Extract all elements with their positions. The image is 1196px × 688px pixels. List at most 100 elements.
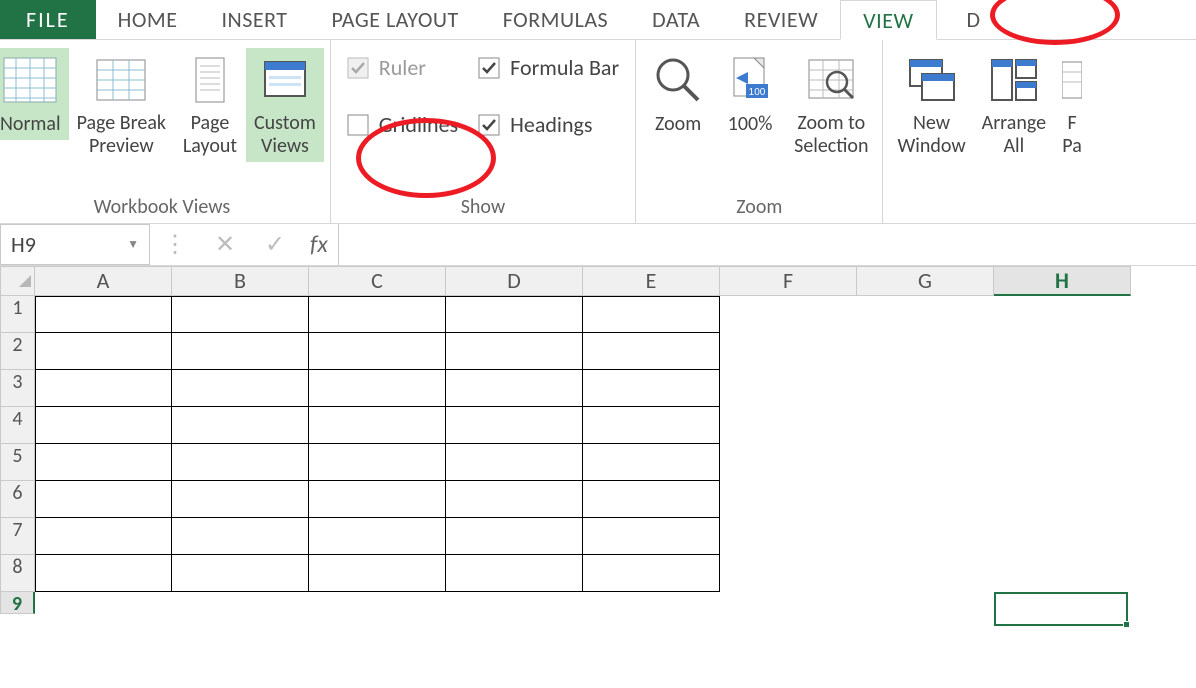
cell[interactable] (172, 333, 309, 370)
tab-home[interactable]: HOME (96, 0, 200, 39)
cell[interactable] (446, 370, 583, 407)
tab-file[interactable]: FILE (0, 0, 96, 39)
col-header-b[interactable]: B (172, 266, 309, 296)
zoom-100-button[interactable]: 100 100% (714, 48, 786, 140)
cell[interactable] (994, 444, 1131, 481)
tab-page-layout[interactable]: PAGE LAYOUT (310, 0, 481, 39)
formula-input[interactable] (338, 224, 1196, 265)
cell[interactable] (720, 370, 857, 407)
cell[interactable] (720, 481, 857, 518)
cell[interactable] (857, 555, 994, 592)
cell[interactable] (720, 407, 857, 444)
cell[interactable] (309, 481, 446, 518)
page-layout-button[interactable]: PageLayout (174, 48, 246, 162)
cell[interactable] (35, 481, 172, 518)
headings-checkbox[interactable]: Headings (478, 111, 619, 138)
cell[interactable] (446, 555, 583, 592)
cell[interactable] (857, 407, 994, 444)
zoom-button[interactable]: Zoom (642, 48, 714, 140)
cell[interactable] (309, 407, 446, 444)
cell[interactable] (309, 296, 446, 333)
cell[interactable] (172, 296, 309, 333)
cell[interactable] (309, 592, 446, 614)
arrange-all-button[interactable]: ArrangeAll (974, 48, 1054, 162)
cell[interactable] (994, 333, 1131, 370)
row-header-3[interactable]: 3 (0, 370, 35, 407)
cell[interactable] (994, 370, 1131, 407)
cell[interactable] (994, 592, 1131, 614)
cell[interactable] (583, 333, 720, 370)
page-break-preview-button[interactable]: Page BreakPreview (69, 48, 174, 162)
zoom-to-selection-button[interactable]: Zoom toSelection (786, 48, 876, 162)
cell[interactable] (720, 592, 857, 614)
cell[interactable] (994, 296, 1131, 333)
cell[interactable] (35, 407, 172, 444)
cell[interactable] (583, 296, 720, 333)
cell[interactable] (172, 555, 309, 592)
cell[interactable] (446, 518, 583, 555)
row-header-7[interactable]: 7 (0, 518, 35, 555)
col-header-c[interactable]: C (309, 266, 446, 296)
cell[interactable] (172, 592, 309, 614)
insert-function-button[interactable]: fx (300, 224, 338, 265)
cell[interactable] (35, 333, 172, 370)
cell[interactable] (857, 518, 994, 555)
cell[interactable] (583, 370, 720, 407)
cell[interactable] (309, 444, 446, 481)
select-all-corner[interactable] (0, 266, 35, 296)
cell[interactable] (720, 555, 857, 592)
cell[interactable] (994, 481, 1131, 518)
cell[interactable] (857, 481, 994, 518)
cell[interactable] (35, 518, 172, 555)
formula-bar-checkbox[interactable]: Formula Bar (478, 54, 619, 81)
cell[interactable] (309, 333, 446, 370)
cell[interactable] (720, 333, 857, 370)
row-header-8[interactable]: 8 (0, 555, 35, 592)
cell[interactable] (172, 481, 309, 518)
cell[interactable] (720, 518, 857, 555)
cell[interactable] (857, 370, 994, 407)
row-header-9[interactable]: 9 (0, 592, 35, 614)
row-header-4[interactable]: 4 (0, 407, 35, 444)
tab-review[interactable]: REVIEW (722, 0, 840, 39)
cell[interactable] (583, 518, 720, 555)
tab-view[interactable]: VIEW (840, 0, 936, 40)
cell[interactable] (720, 296, 857, 333)
cell[interactable] (994, 518, 1131, 555)
row-header-2[interactable]: 2 (0, 333, 35, 370)
col-header-a[interactable]: A (35, 266, 172, 296)
cell[interactable] (994, 555, 1131, 592)
cell[interactable] (35, 444, 172, 481)
custom-views-button[interactable]: CustomViews (246, 48, 324, 162)
cell[interactable] (583, 481, 720, 518)
row-header-1[interactable]: 1 (0, 296, 35, 333)
normal-view-button[interactable]: Normal (0, 48, 69, 140)
cell[interactable] (35, 370, 172, 407)
col-header-g[interactable]: G (857, 266, 994, 296)
cell[interactable] (309, 555, 446, 592)
cell[interactable] (583, 444, 720, 481)
cell[interactable] (857, 296, 994, 333)
cell[interactable] (583, 555, 720, 592)
tab-insert[interactable]: INSERT (199, 0, 309, 39)
cell[interactable] (446, 296, 583, 333)
cell[interactable] (446, 592, 583, 614)
tab-data[interactable]: DATA (630, 0, 722, 39)
cell[interactable] (994, 407, 1131, 444)
cell[interactable] (172, 407, 309, 444)
cell[interactable] (857, 444, 994, 481)
row-header-5[interactable]: 5 (0, 444, 35, 481)
col-header-d[interactable]: D (446, 266, 583, 296)
cell[interactable] (446, 444, 583, 481)
cell[interactable] (446, 481, 583, 518)
gridlines-checkbox[interactable]: Gridlines (347, 111, 458, 138)
cell[interactable] (309, 370, 446, 407)
tab-formulas[interactable]: FORMULAS (481, 0, 630, 39)
new-window-button[interactable]: NewWindow (889, 48, 973, 162)
col-header-e[interactable]: E (583, 266, 720, 296)
fill-handle[interactable] (1123, 621, 1130, 628)
name-box[interactable]: H9 ▼ (0, 224, 150, 265)
col-header-h[interactable]: H (994, 266, 1131, 296)
cell[interactable] (172, 370, 309, 407)
cell[interactable] (857, 592, 994, 614)
